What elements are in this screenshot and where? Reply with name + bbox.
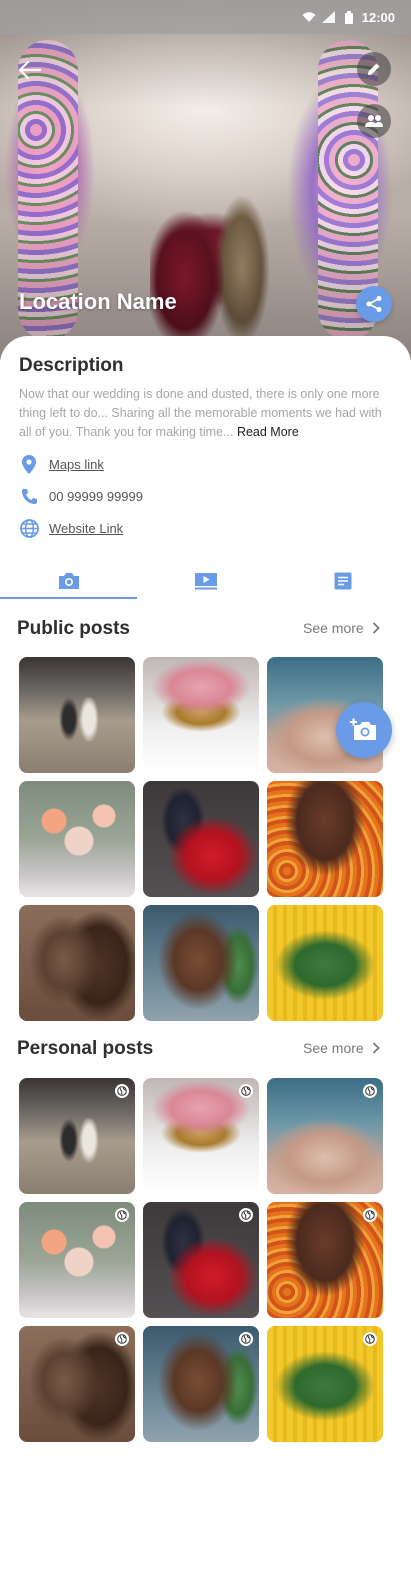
post-thumbnail[interactable] xyxy=(267,1078,383,1194)
website-row[interactable]: Website Link xyxy=(19,517,123,539)
battery-icon xyxy=(342,10,356,24)
post-thumbnail[interactable] xyxy=(143,1078,259,1194)
add-photo-icon xyxy=(350,718,376,740)
post-thumbnail[interactable] xyxy=(19,1326,135,1442)
public-posts-title: Public posts xyxy=(17,618,130,639)
read-more-link[interactable]: Read More xyxy=(237,425,299,439)
personal-see-more-button[interactable]: See more xyxy=(303,1040,380,1056)
share-button[interactable] xyxy=(356,286,392,322)
public-globe-icon xyxy=(239,1208,253,1222)
chevron-right-icon xyxy=(372,622,380,634)
personal-posts-title: Personal posts xyxy=(17,1038,154,1059)
public-globe-icon xyxy=(363,1084,377,1098)
maps-link[interactable]: Maps link xyxy=(49,457,104,472)
tab-videos[interactable] xyxy=(137,563,274,599)
personal-posts-grid xyxy=(19,1078,385,1442)
post-thumbnail[interactable] xyxy=(267,1202,383,1318)
description-title: Description xyxy=(19,355,124,376)
public-globe-icon xyxy=(239,1332,253,1346)
public-globe-icon xyxy=(363,1332,377,1346)
location-pin-icon xyxy=(19,454,39,474)
people-icon xyxy=(365,115,383,127)
post-thumbnail[interactable] xyxy=(143,1326,259,1442)
back-arrow-icon xyxy=(19,61,41,79)
globe-icon xyxy=(19,518,39,538)
post-thumbnail[interactable] xyxy=(19,657,135,773)
notes-icon xyxy=(334,572,351,590)
post-thumbnail[interactable] xyxy=(267,905,383,1021)
tab-notes[interactable] xyxy=(274,563,411,599)
phone-number[interactable]: 00 99999 99999 xyxy=(49,489,143,504)
post-thumbnail[interactable] xyxy=(19,781,135,897)
add-photo-button[interactable] xyxy=(336,702,392,758)
chevron-right-icon xyxy=(372,1042,380,1054)
public-globe-icon xyxy=(115,1084,129,1098)
phone-row[interactable]: 00 99999 99999 xyxy=(19,485,143,507)
status-bar: 12:00 xyxy=(0,0,411,34)
post-thumbnail[interactable] xyxy=(143,1202,259,1318)
public-globe-icon xyxy=(115,1332,129,1346)
media-tabs xyxy=(0,563,411,599)
back-button[interactable] xyxy=(16,56,44,84)
post-thumbnail[interactable] xyxy=(143,657,259,773)
public-globe-icon xyxy=(239,1084,253,1098)
signal-icon xyxy=(321,10,336,24)
members-button[interactable] xyxy=(357,104,391,138)
phone-icon xyxy=(19,486,39,506)
edit-button[interactable] xyxy=(357,52,391,86)
see-more-label: See more xyxy=(303,1040,364,1056)
public-globe-icon xyxy=(115,1208,129,1222)
public-posts-grid xyxy=(19,657,385,1021)
public-see-more-button[interactable]: See more xyxy=(303,620,380,636)
share-icon xyxy=(366,296,382,312)
post-thumbnail[interactable] xyxy=(267,1326,383,1442)
status-time: 12:00 xyxy=(361,9,395,25)
camera-icon xyxy=(58,573,79,589)
post-thumbnail[interactable] xyxy=(19,1078,135,1194)
post-thumbnail[interactable] xyxy=(19,905,135,1021)
wifi-icon xyxy=(302,10,316,24)
tab-photos[interactable] xyxy=(0,563,137,599)
location-name: Location Name xyxy=(19,289,177,314)
post-thumbnail[interactable] xyxy=(143,905,259,1021)
post-thumbnail[interactable] xyxy=(19,1202,135,1318)
see-more-label: See more xyxy=(303,620,364,636)
pencil-icon xyxy=(368,63,380,75)
post-thumbnail[interactable] xyxy=(143,781,259,897)
public-globe-icon xyxy=(363,1208,377,1222)
post-thumbnail[interactable] xyxy=(267,781,383,897)
website-link[interactable]: Website Link xyxy=(49,521,123,536)
video-icon xyxy=(194,573,217,590)
description-body: Now that our wedding is done and dusted,… xyxy=(19,387,382,439)
description-text: Now that our wedding is done and dusted,… xyxy=(19,385,394,442)
maps-row[interactable]: Maps link xyxy=(19,453,104,475)
